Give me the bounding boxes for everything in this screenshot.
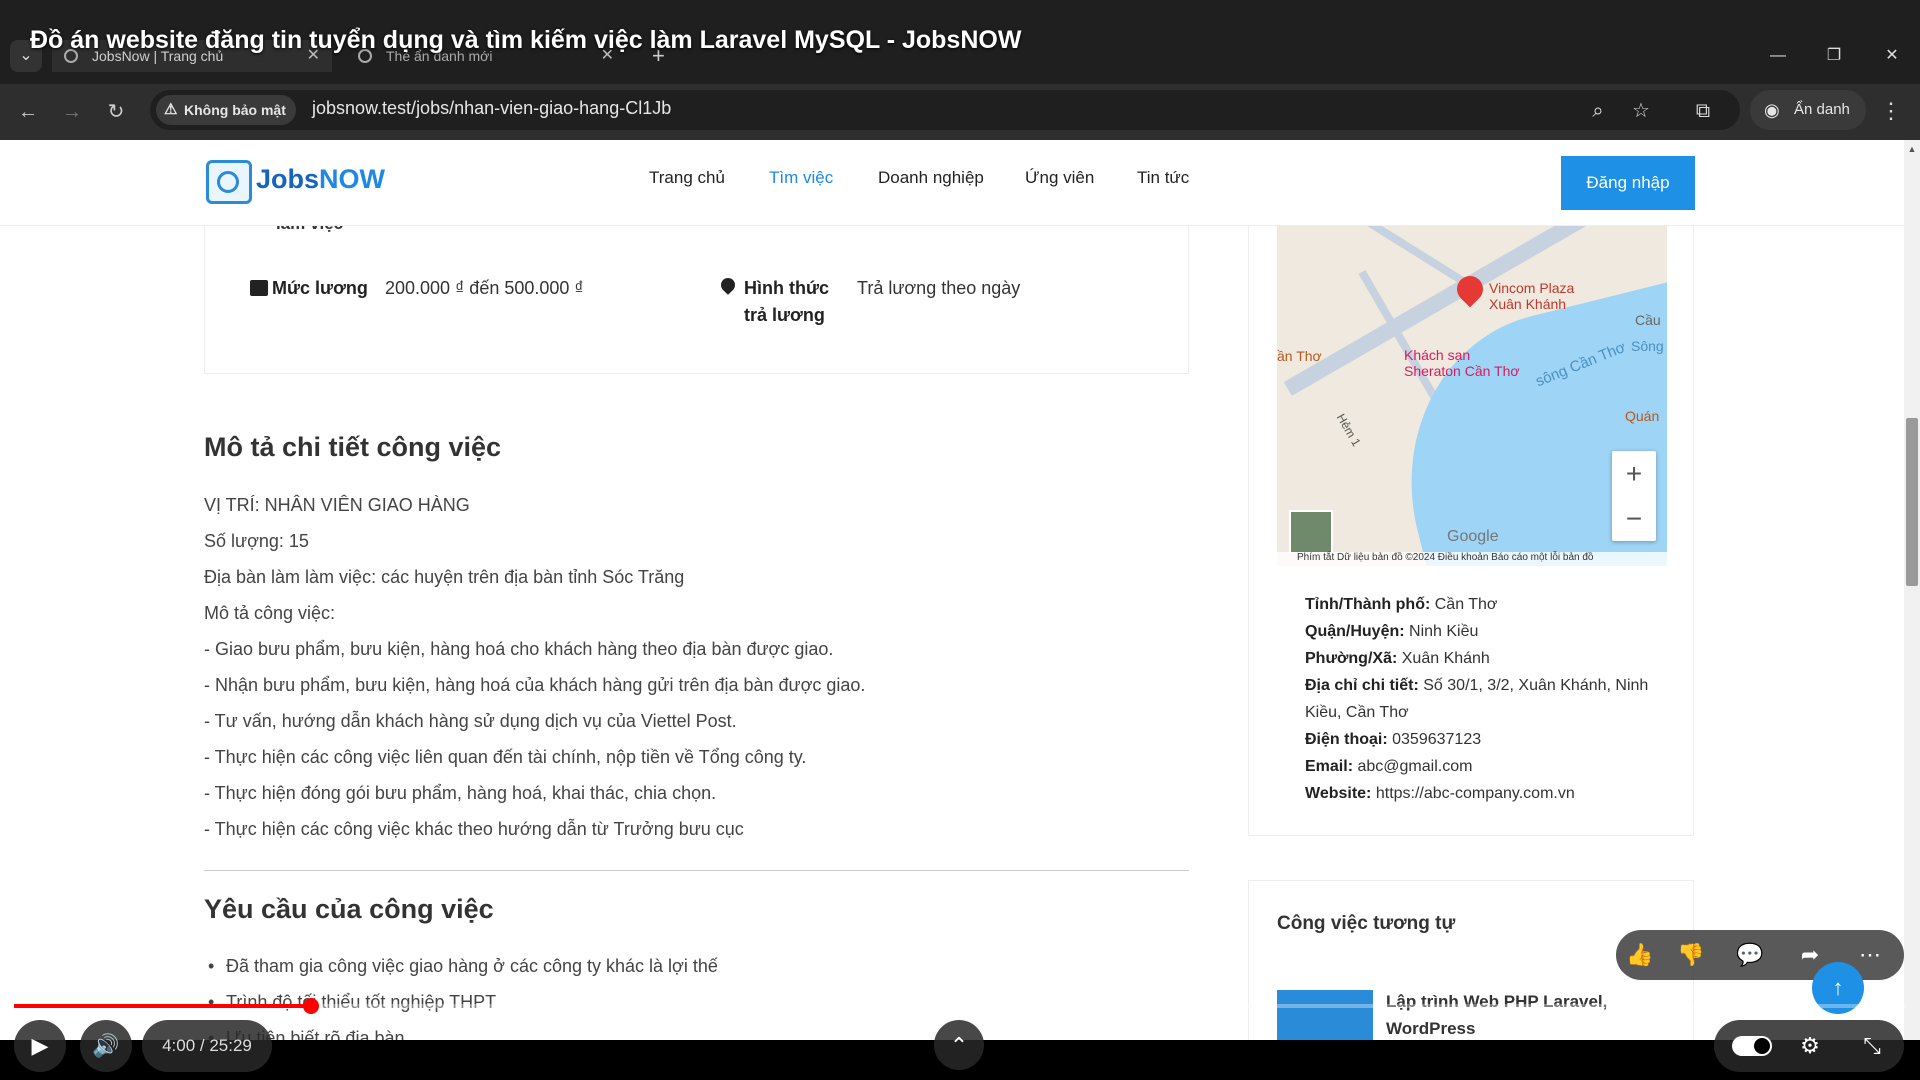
requirements-title: Yêu cầu của công việc — [204, 894, 494, 924]
desc-line: - Thực hiện các công việc liên quan đến … — [204, 747, 807, 767]
extensions-icon[interactable]: ⧉ — [1688, 96, 1718, 126]
map-label: Sông — [1631, 338, 1664, 354]
warning-icon: ⚠ — [164, 101, 178, 118]
exit-fullscreen-icon[interactable]: ⤡ — [1856, 1030, 1888, 1062]
nav-find-jobs[interactable]: Tìm việc — [769, 168, 833, 188]
video-title: Đồ án website đăng tin tuyển dụng và tìm… — [30, 26, 1022, 54]
site-logo[interactable]: JobsNOW — [256, 164, 385, 195]
contact-address-2: Kiều, Cần Thơ — [1305, 704, 1409, 721]
autoplay-toggle[interactable] — [1732, 1036, 1772, 1056]
incognito-chip[interactable]: ◉ Ẩn danh — [1750, 90, 1866, 130]
minimize-button[interactable]: — — [1758, 40, 1798, 72]
section-divider — [204, 870, 1189, 871]
chevron-up-icon[interactable]: ⌃ — [934, 1020, 984, 1070]
description-title: Mô tả chi tiết công việc — [204, 432, 502, 462]
google-map[interactable]: Vincom Plaza Xuân Khánh Khách sạn Sherat… — [1277, 226, 1667, 566]
incognito-icon: ◉ — [1764, 100, 1780, 120]
job-info-card — [204, 226, 1189, 374]
map-label: Hẻm 1 — [1333, 411, 1364, 449]
map-poi: Sheraton Cần Thơ — [1404, 363, 1520, 379]
zoom-out-button[interactable]: − — [1612, 496, 1656, 541]
login-button[interactable]: Đăng nhập — [1561, 156, 1695, 210]
similar-jobs-title: Công việc tương tự — [1277, 913, 1456, 934]
like-icon[interactable]: 👍 — [1625, 940, 1655, 970]
back-button[interactable]: ← — [12, 96, 44, 128]
video-progress-fill — [14, 1004, 311, 1008]
salary-value: 200.000 ₫ đến 500.000 ₫ — [385, 278, 584, 298]
more-icon[interactable]: ⋯ — [1855, 940, 1885, 970]
zoom-in-button[interactable]: + — [1612, 451, 1656, 496]
video-progress-knob[interactable] — [303, 998, 319, 1014]
desc-line: Địa bàn làm làm việc: các huyện trên địa… — [204, 567, 685, 587]
nav-companies[interactable]: Doanh nghiệp — [878, 168, 984, 188]
page-scrollbar[interactable] — [1904, 140, 1920, 1040]
desc-line: Mô tả công việc: — [204, 603, 336, 623]
map-attribution: Phím tắt Dữ liệu bản đồ ©2024 Điều khoản… — [1277, 552, 1667, 566]
map-label: Quán — [1625, 408, 1660, 424]
scroll-thumb[interactable] — [1906, 418, 1918, 586]
reload-button[interactable]: ↻ — [100, 96, 132, 128]
salary-label: Mức lương — [272, 278, 368, 298]
desc-line: - Nhận bưu phẩm, bưu kiện, hàng hoá của … — [204, 675, 866, 695]
desc-line: - Thực hiện các công việc khác theo hướn… — [204, 819, 744, 839]
play-button[interactable]: ▶ — [14, 1020, 66, 1072]
requirement-item: Đã tham gia công việc giao hàng ở các cô… — [208, 956, 718, 977]
similar-job-link[interactable]: Lập trình Web PHP Laravel, WordPress — [1386, 988, 1656, 1042]
comment-icon[interactable]: 💬 — [1735, 940, 1765, 970]
desc-line: Số lượng: 15 — [204, 531, 309, 551]
nav-candidates[interactable]: Ứng viên — [1025, 168, 1094, 188]
url-text[interactable]: jobsnow.test/jobs/nhan-vien-giao-hang-Cl… — [312, 98, 671, 119]
contact-city: Tỉnh/Thành phố: Cần Thơ — [1305, 596, 1498, 613]
briefcase-icon — [250, 280, 268, 296]
desc-line: - Giao bưu phẩm, bưu kiện, hàng hoá cho … — [204, 639, 834, 659]
incognito-label: Ẩn danh — [1794, 101, 1850, 118]
contact-district: Quận/Huyện: Ninh Kiều — [1305, 623, 1479, 640]
map-poi: Xuân Khánh — [1489, 296, 1567, 312]
contact-ward: Phường/Xã: Xuân Khánh — [1305, 650, 1490, 667]
map-poi: Khách sạn — [1404, 347, 1471, 363]
volume-button[interactable]: 🔊 — [80, 1020, 132, 1072]
contact-address: Địa chỉ chi tiết: Số 30/1, 3/2, Xuân Khá… — [1305, 677, 1649, 694]
google-logo: Google — [1447, 528, 1499, 545]
forward-button[interactable]: → — [56, 96, 88, 128]
share-icon[interactable]: ➦ — [1795, 940, 1825, 970]
desc-line: - Thực hiện đóng gói bưu phẩm, hàng hoá,… — [204, 783, 717, 803]
map-label: ần Thơ — [1277, 348, 1322, 364]
nav-news[interactable]: Tin tức — [1137, 168, 1189, 188]
map-poi: Vincom Plaza — [1489, 280, 1575, 296]
jobsnow-logo-icon[interactable] — [206, 160, 252, 204]
contact-phone: Điện thoại: 0359637123 — [1305, 731, 1482, 748]
security-label: Không bảo mật — [184, 102, 286, 118]
browser-menu-icon[interactable]: ⋮ — [1880, 96, 1902, 126]
contact-email: Email: abc@gmail.com — [1305, 758, 1473, 775]
satellite-toggle[interactable] — [1289, 510, 1333, 554]
settings-icon[interactable]: ⚙ — [1794, 1030, 1826, 1062]
security-chip[interactable]: ⚠ Không bảo mật — [156, 95, 296, 125]
payment-value: Trả lương theo ngày — [857, 278, 1021, 298]
desc-line: VỊ TRÍ: NHÂN VIÊN GIAO HÀNG — [204, 495, 470, 515]
zoom-icon[interactable]: ⌕ — [1583, 96, 1613, 126]
desc-line: - Tư vấn, hướng dẫn khách hàng sử dụng d… — [204, 711, 737, 731]
star-icon[interactable]: ☆ — [1626, 96, 1656, 126]
map-label: Cầu — [1635, 312, 1661, 328]
dislike-icon[interactable]: 👎 — [1676, 940, 1706, 970]
nav-home[interactable]: Trang chủ — [649, 168, 725, 188]
restore-button[interactable]: ❐ — [1814, 40, 1854, 72]
requirement-item: Trình độ tối thiểu tốt nghiệp THPT — [208, 992, 496, 1013]
map-zoom-control[interactable]: + − — [1612, 451, 1656, 541]
video-time: 4:00 / 25:29 — [142, 1020, 272, 1072]
payment-label: Hình thức — [744, 278, 830, 298]
payment-label-2: trả lương — [744, 305, 825, 325]
close-window-button[interactable]: ✕ — [1872, 40, 1912, 72]
scroll-up-arrow[interactable]: ▲ — [1904, 144, 1920, 154]
contact-website: Website: https://abc-company.com.vn — [1305, 785, 1575, 802]
